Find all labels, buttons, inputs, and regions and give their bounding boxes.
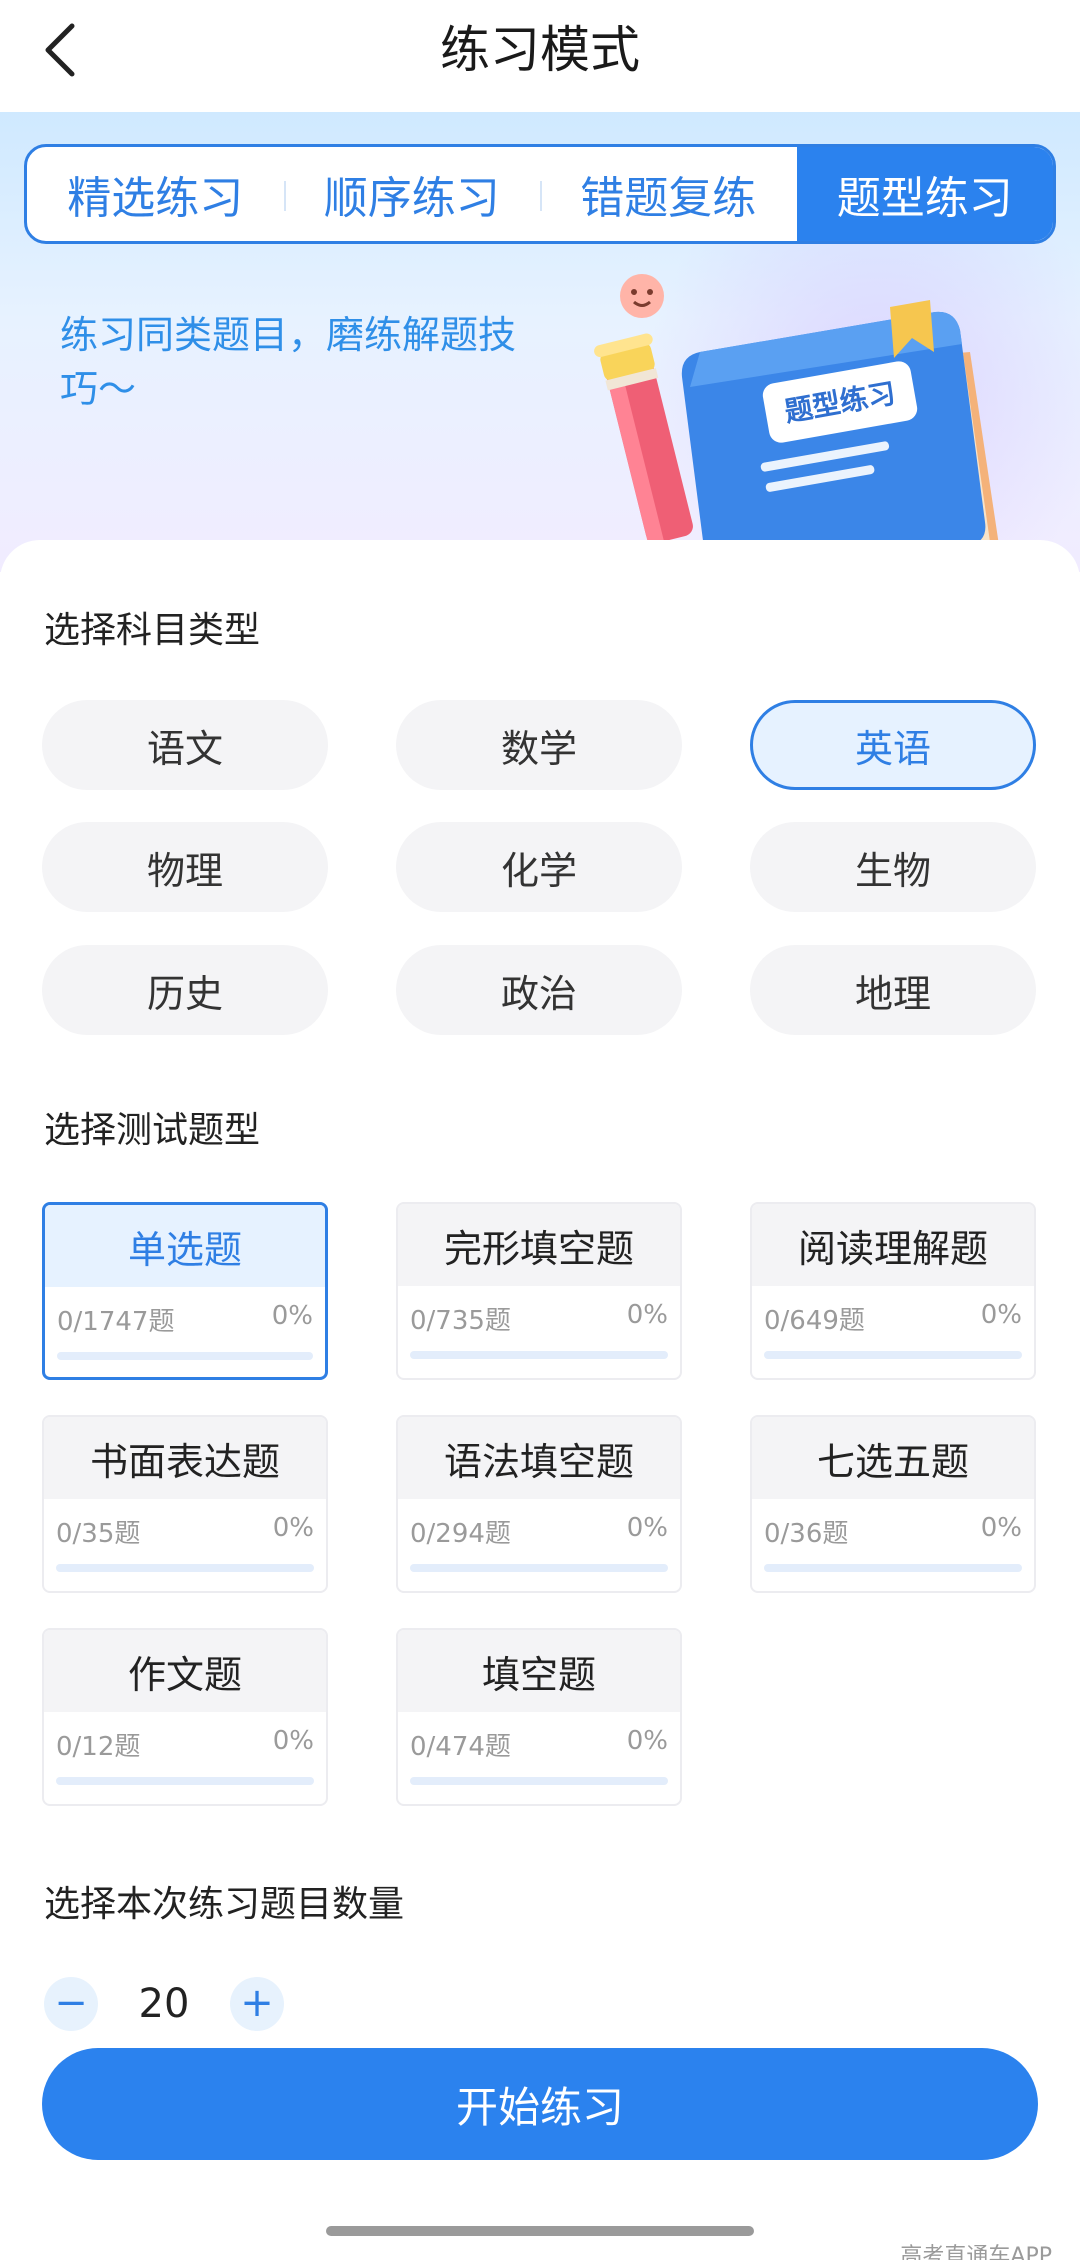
page-title: 练习模式: [440, 21, 640, 79]
question-type-section-title: 选择测试题型: [44, 1110, 261, 1151]
question-count: 0/12题: [56, 1732, 141, 1762]
progress-bar: [56, 1777, 314, 1785]
top-nav-bar: 练习模式: [0, 0, 1080, 112]
question-type-label: 七选五题: [752, 1417, 1034, 1499]
question-type-label: 书面表达题: [44, 1417, 326, 1499]
tab-featured-practice[interactable]: 精选练习: [27, 147, 284, 241]
progress-percent: 0%: [626, 1726, 668, 1756]
quantity-section-title: 选择本次练习题目数量: [44, 1884, 405, 1925]
question-type-card[interactable]: 书面表达题 0/35题 0%: [42, 1415, 328, 1593]
banner: 精选练习 顺序练习 错题复练 题型练习 练习同类题目，磨练解题技巧～ 题型练习: [0, 112, 1080, 572]
question-type-label: 单选题: [45, 1205, 325, 1287]
question-type-card[interactable]: 作文题 0/12题 0%: [42, 1628, 328, 1806]
question-count: 0/474题: [410, 1732, 511, 1762]
question-type-card[interactable]: 填空题 0/474题 0%: [396, 1628, 682, 1806]
progress-percent: 0%: [272, 1726, 314, 1756]
mode-tab-bar: 精选练习 顺序练习 错题复练 题型练习: [24, 144, 1056, 244]
banner-subtitle: 练习同类题目，磨练解题技巧～: [60, 313, 517, 411]
start-practice-button[interactable]: 开始练习: [42, 2048, 1038, 2160]
question-count: 0/294题: [410, 1519, 511, 1549]
increase-button[interactable]: +: [230, 1977, 284, 2031]
subject-chemistry[interactable]: 化学: [396, 822, 682, 912]
question-count: 0/35题: [56, 1519, 141, 1549]
quantity-stepper: − 20 +: [44, 1976, 284, 2032]
progress-bar: [410, 1351, 668, 1359]
question-type-card[interactable]: 阅读理解题 0/649题 0%: [750, 1202, 1036, 1380]
question-count: 0/649题: [764, 1306, 865, 1336]
watermark: 高考直通车APP: [900, 2244, 1052, 2260]
progress-bar: [764, 1564, 1022, 1572]
question-count: 0/735题: [410, 1306, 511, 1336]
progress-bar: [764, 1351, 1022, 1359]
question-type-label: 语法填空题: [398, 1417, 680, 1499]
progress-percent: 0%: [980, 1300, 1022, 1330]
subject-history[interactable]: 历史: [42, 945, 328, 1035]
progress-bar: [56, 1564, 314, 1572]
main-card: 选择科目类型 语文 数学 英语 物理 化学 生物 历史 政治 地理 选择测试题型…: [0, 540, 1080, 2260]
question-type-label: 填空题: [398, 1630, 680, 1712]
question-type-card[interactable]: 单选题 0/1747题 0%: [42, 1202, 328, 1380]
progress-percent: 0%: [272, 1513, 314, 1543]
question-count: 0/1747题: [57, 1307, 175, 1337]
subject-biology[interactable]: 生物: [750, 822, 1036, 912]
progress-percent: 0%: [271, 1301, 313, 1331]
tab-question-type-practice[interactable]: 题型练习: [796, 147, 1053, 241]
subject-physics[interactable]: 物理: [42, 822, 328, 912]
book-pencil-illustration-icon: 题型练习: [594, 274, 1000, 572]
subject-section-title: 选择科目类型: [44, 610, 261, 651]
home-indicator: [326, 2226, 754, 2236]
tab-sequential-practice[interactable]: 顺序练习: [283, 147, 541, 241]
progress-bar: [57, 1352, 313, 1360]
subject-chinese[interactable]: 语文: [42, 700, 328, 790]
question-type-card[interactable]: 语法填空题 0/294题 0%: [396, 1415, 682, 1593]
progress-percent: 0%: [626, 1513, 668, 1543]
progress-percent: 0%: [626, 1300, 668, 1330]
question-type-label: 阅读理解题: [752, 1204, 1034, 1286]
quantity-value: 20: [138, 1981, 190, 2027]
progress-bar: [410, 1777, 668, 1785]
progress-bar: [410, 1564, 668, 1572]
question-count: 0/36题: [764, 1519, 849, 1549]
decrease-button[interactable]: −: [44, 1977, 98, 2031]
question-type-label: 完形填空题: [398, 1204, 680, 1286]
tab-wrong-question-review[interactable]: 错题复练: [540, 147, 797, 241]
question-type-card[interactable]: 完形填空题 0/735题 0%: [396, 1202, 682, 1380]
subject-english[interactable]: 英语: [750, 700, 1036, 790]
subject-math[interactable]: 数学: [396, 700, 682, 790]
subject-politics[interactable]: 政治: [396, 945, 682, 1035]
progress-percent: 0%: [980, 1513, 1022, 1543]
question-type-label: 作文题: [44, 1630, 326, 1712]
subject-geography[interactable]: 地理: [750, 945, 1036, 1035]
question-type-card[interactable]: 七选五题 0/36题 0%: [750, 1415, 1036, 1593]
